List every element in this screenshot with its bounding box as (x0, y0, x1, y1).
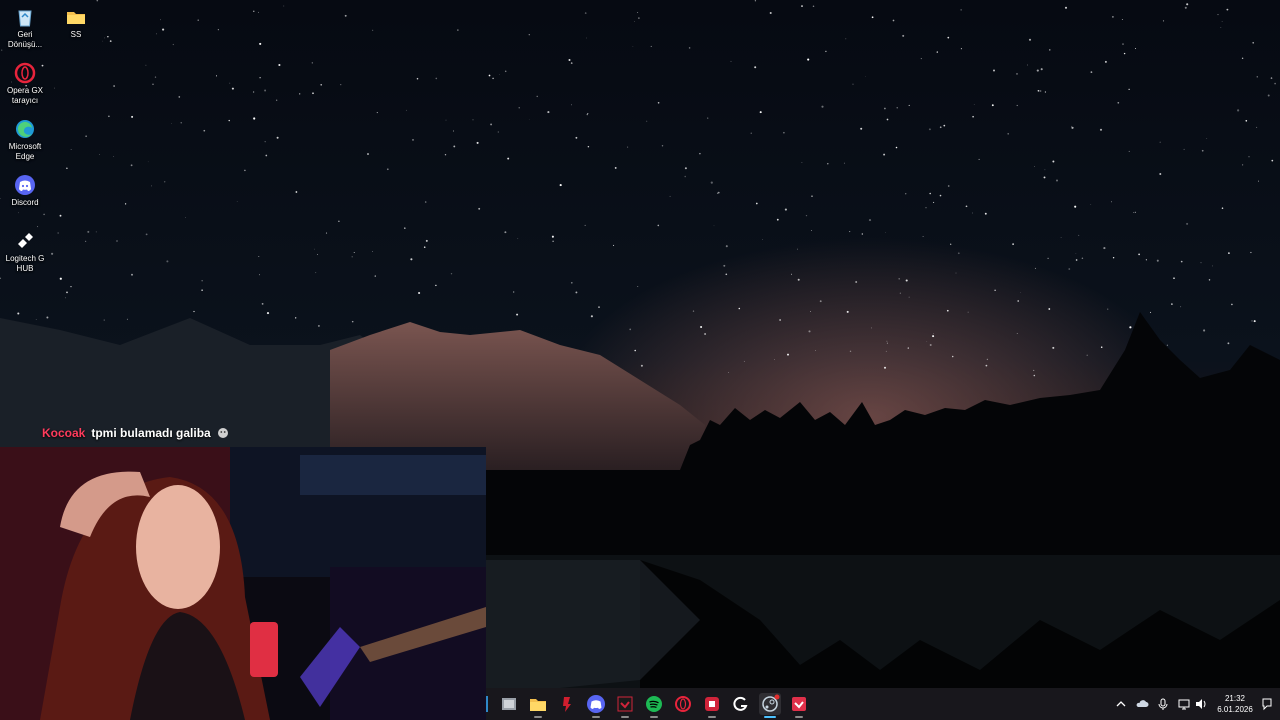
spotify-icon (646, 696, 662, 712)
tray-cloud[interactable] (1135, 696, 1149, 712)
taskbar-discord[interactable] (585, 693, 607, 718)
desktop-icon-label: Geri Dönüşü... (7, 30, 43, 49)
volume-icon (1196, 699, 1206, 709)
logitech-ghub-icon (18, 233, 33, 248)
taskbar-red-checkmark-app[interactable] (614, 693, 636, 718)
taskbar-file-explorer[interactable] (527, 693, 549, 718)
discord-icon (587, 695, 605, 713)
logitech-g-icon (733, 696, 748, 711)
tray-network[interactable] (1177, 696, 1191, 712)
desktop-icon-label: Discord (11, 198, 39, 207)
red-checkmark-app-icon (617, 696, 633, 712)
desktop-icon-edge[interactable]: Microsoft Edge (0, 118, 50, 162)
desktop-icon-label: Opera GX tarayıcı (6, 86, 43, 105)
desktop-icon-discord[interactable]: Discord (0, 174, 50, 208)
taskbar-task-view[interactable] (498, 693, 520, 715)
tray-notifications[interactable] (1260, 696, 1274, 712)
taskbar-logitech-g[interactable] (730, 693, 752, 715)
task-view-icon (502, 698, 516, 710)
recycle-bin-icon (18, 10, 32, 27)
desktop-icon-logitech-ghub[interactable]: Logitech G HUB (0, 230, 50, 274)
clock-time: 21:32 (1224, 694, 1246, 703)
taskbar-spotify[interactable] (643, 693, 665, 718)
desktop-icon-label: Logitech G HUB (5, 254, 45, 273)
discord-icon (15, 175, 35, 195)
tray-overflow[interactable] (1114, 696, 1128, 712)
webcam-feed (0, 447, 486, 720)
emote-icon (217, 428, 228, 438)
network-icon (1178, 699, 1190, 710)
tray-microphone[interactable] (1156, 696, 1170, 712)
red-box-app-icon (705, 697, 719, 711)
chat-username: Kocoak (42, 426, 86, 440)
file-explorer-icon (530, 699, 546, 711)
desktop-icon-label: SS (70, 30, 82, 39)
edge-icon (16, 120, 34, 138)
folder-icon (67, 12, 85, 24)
clock-date: 6.01.2026 (1217, 705, 1253, 714)
taskbar-red-box-app[interactable] (701, 693, 723, 718)
opera-icon (675, 696, 691, 712)
desktop-icon-opera-gx[interactable]: Opera GX tarayıcı (0, 62, 50, 106)
desktop-icon-recycle-bin[interactable]: Geri Dönüşü... (0, 6, 50, 50)
taskbar-red-checkmark-app-2[interactable] (788, 693, 810, 718)
taskbar: 21:32 6.01.2026 (486, 688, 1280, 720)
taskbar-steam[interactable] (759, 693, 781, 718)
tray-volume[interactable] (1194, 696, 1208, 712)
desktop-icon-label: Microsoft Edge (8, 142, 42, 161)
microphone-icon (1158, 698, 1168, 710)
chat-text: tpmi bulamadı galiba (91, 426, 211, 440)
taskbar-red-app[interactable] (556, 693, 578, 715)
notification-icon (1262, 698, 1272, 711)
steam-icon (762, 694, 780, 712)
show-desktop-edge (486, 696, 488, 712)
taskbar-opera[interactable] (672, 693, 694, 715)
cloud-icon (1136, 700, 1149, 707)
red-app-icon (563, 697, 571, 712)
chat-message: Kocoak tpmi bulamadı galiba (42, 426, 229, 440)
red-checkmark-app-icon (792, 697, 806, 711)
desktop-icon-ss-folder[interactable]: SS (51, 6, 101, 40)
taskbar-clock[interactable]: 21:32 6.01.2026 (1212, 693, 1258, 715)
opera-gx-icon (14, 62, 36, 84)
chevron-up-icon (1116, 701, 1126, 707)
